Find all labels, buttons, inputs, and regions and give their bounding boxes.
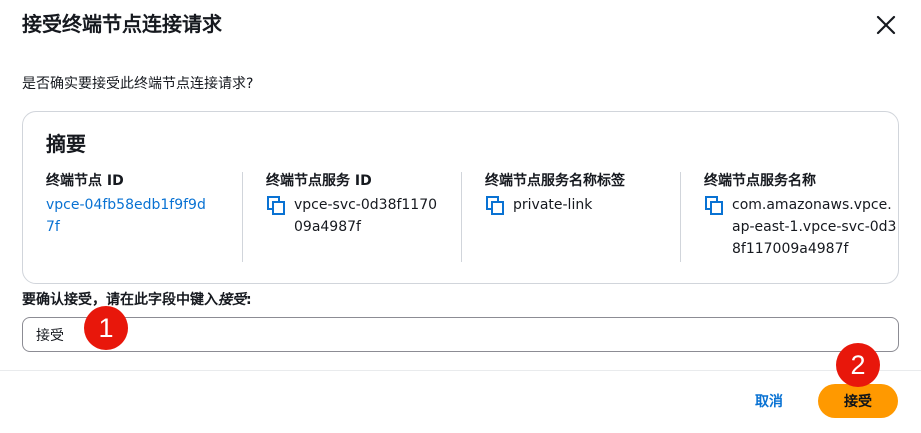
column-divider xyxy=(242,172,243,262)
confirm-label-prefix: 要确认接受，请在此字段中键入 xyxy=(22,292,218,308)
endpoint-service-name-tag-label: 终端节点服务名称标签 xyxy=(485,173,625,189)
cancel-button[interactable]: 取消 xyxy=(742,384,796,418)
endpoint-service-name-label: 终端节点服务名称 xyxy=(704,173,816,189)
summary-panel: 摘要 终端节点 ID vpce-04fb58edb1f9f9d7f 终端节点服务… xyxy=(22,111,899,284)
endpoint-service-id-value: vpce-svc-0d38f117009a4987f xyxy=(266,194,466,238)
annotation-badge-2: 2 xyxy=(836,343,880,387)
endpoint-id-label: 终端节点 ID xyxy=(46,173,124,189)
endpoint-id-field: 终端节点 ID vpce-04fb58edb1f9f9d7f xyxy=(46,170,246,238)
annotation-badge-1: 1 xyxy=(84,306,128,350)
accept-button[interactable]: 接受 xyxy=(818,384,898,418)
confirm-field-label: 要确认接受，请在此字段中键入接受: xyxy=(22,289,252,311)
confirm-label-keyword: 接受 xyxy=(218,292,246,308)
endpoint-service-name-value: com.amazonaws.vpce.ap-east-1.vpce-svc-0d… xyxy=(704,194,904,260)
endpoint-service-name-tag-text: private-link xyxy=(513,197,593,213)
endpoint-service-name-tag-value: private-link xyxy=(485,194,685,216)
footer-divider xyxy=(0,370,921,371)
endpoint-service-id-field: 终端节点服务 ID vpce-svc-0d38f117009a4987f xyxy=(266,170,466,238)
accept-endpoint-connection-dialog: 接受终端节点连接请求 是否确实要接受此终端节点连接请求? 摘要 终端节点 ID … xyxy=(0,0,921,433)
endpoint-service-name-tag-field: 终端节点服务名称标签 private-link xyxy=(485,170,685,216)
copy-icon[interactable] xyxy=(266,194,286,216)
endpoint-service-id-text: vpce-svc-0d38f117009a4987f xyxy=(294,197,438,235)
dialog-title: 接受终端节点连接请求 xyxy=(22,12,222,36)
close-icon[interactable] xyxy=(872,11,900,39)
endpoint-service-id-label: 终端节点服务 ID xyxy=(266,173,372,189)
summary-title: 摘要 xyxy=(46,132,86,156)
column-divider xyxy=(680,172,681,262)
confirm-input[interactable] xyxy=(22,317,899,352)
endpoint-id-link[interactable]: vpce-04fb58edb1f9f9d7f xyxy=(46,194,206,238)
confirmation-question: 是否确实要接受此终端节点连接请求? xyxy=(22,76,254,92)
confirm-label-suffix: : xyxy=(246,292,252,308)
column-divider xyxy=(461,172,462,262)
copy-icon[interactable] xyxy=(704,194,724,216)
endpoint-service-name-text: com.amazonaws.vpce.ap-east-1.vpce-svc-0d… xyxy=(732,197,897,257)
copy-icon[interactable] xyxy=(485,194,505,216)
endpoint-service-name-field: 终端节点服务名称 com.amazonaws.vpce.ap-east-1.vp… xyxy=(704,170,904,260)
